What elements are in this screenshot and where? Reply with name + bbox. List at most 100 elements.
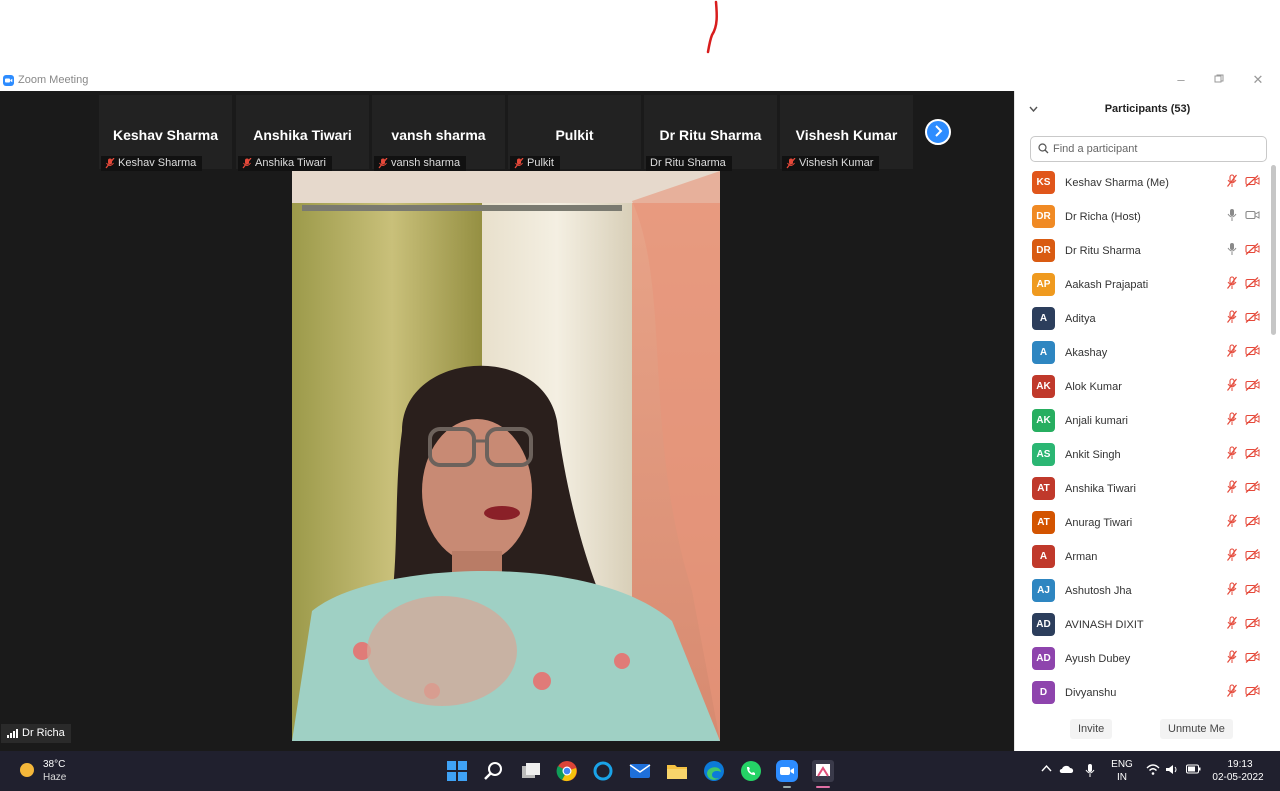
participant-row[interactable]: AK Alok Kumar	[1015, 371, 1271, 405]
participant-row[interactable]: D Divyanshu	[1015, 677, 1271, 711]
participant-row[interactable]: AK Anjali kumari	[1015, 405, 1271, 439]
next-page-button[interactable]	[925, 119, 951, 145]
zoom-icon[interactable]	[776, 760, 798, 782]
participant-list-scrollbar[interactable]	[1271, 165, 1276, 335]
participant-name: Alok Kumar	[1065, 381, 1122, 393]
muted-mic-icon[interactable]	[1226, 412, 1238, 426]
participant-name: Ayush Dubey	[1065, 653, 1131, 665]
participant-row[interactable]: AS Ankit Singh	[1015, 439, 1271, 473]
thumbnail-tile[interactable]: vansh sharma vansh sharma	[372, 95, 505, 171]
participant-row[interactable]: AD AVINASH DIXIT	[1015, 609, 1271, 643]
participant-row[interactable]: A Aditya	[1015, 303, 1271, 337]
muted-mic-icon[interactable]	[1226, 446, 1238, 460]
snipping-tool-running-indicator	[816, 786, 830, 788]
file-explorer-icon[interactable]	[666, 760, 688, 782]
thumbnail-tile[interactable]: Pulkit Pulkit	[508, 95, 641, 171]
video-off-icon[interactable]	[1245, 277, 1260, 289]
clock-date[interactable]: 02-05-2022	[1206, 772, 1270, 783]
task-view-icon[interactable]	[520, 760, 542, 782]
video-off-icon[interactable]	[1245, 379, 1260, 391]
battery-icon[interactable]	[1186, 764, 1201, 774]
video-off-icon[interactable]	[1245, 583, 1260, 595]
microphone-icon[interactable]	[1085, 764, 1095, 777]
participant-row[interactable]: DR Dr Richa (Host)	[1015, 201, 1271, 235]
participant-row[interactable]: A Arman	[1015, 541, 1271, 575]
participant-name: Divyanshu	[1065, 687, 1117, 699]
thumbnail-name: Keshav Sharma	[112, 127, 219, 143]
video-off-icon[interactable]	[1245, 617, 1260, 629]
volume-icon[interactable]	[1165, 764, 1178, 775]
video-off-icon[interactable]	[1245, 311, 1260, 323]
onedrive-cloud-icon[interactable]	[1059, 764, 1075, 774]
search-icon	[1038, 143, 1049, 154]
invite-button[interactable]: Invite	[1070, 719, 1113, 739]
muted-mic-icon[interactable]	[1226, 684, 1238, 698]
thumbnail-tile[interactable]: Vishesh Kumar Vishesh Kumar	[780, 95, 913, 171]
mail-icon[interactable]	[629, 760, 651, 782]
video-off-icon[interactable]	[1245, 413, 1260, 425]
video-off-icon[interactable]	[1245, 243, 1260, 255]
video-off-icon[interactable]	[1245, 515, 1260, 527]
minimize-button[interactable]: –	[1171, 72, 1191, 88]
edge-icon[interactable]	[703, 760, 725, 782]
video-off-icon[interactable]	[1245, 447, 1260, 459]
mic-icon[interactable]	[1226, 242, 1238, 256]
weather-description[interactable]: Haze	[43, 772, 66, 783]
chrome-icon[interactable]	[556, 760, 578, 782]
participant-search-input[interactable]	[1053, 139, 1258, 159]
thumbnail-tag-label: Anshika Tiwari	[255, 157, 326, 169]
region-indicator[interactable]: IN	[1108, 772, 1136, 783]
video-off-icon[interactable]	[1245, 481, 1260, 493]
signal-bars-icon	[7, 729, 18, 738]
participant-row[interactable]: AT Anshika Tiwari	[1015, 473, 1271, 507]
participant-row[interactable]: AJ Ashutosh Jha	[1015, 575, 1271, 609]
video-off-icon[interactable]	[1245, 549, 1260, 561]
weather-temperature[interactable]: 38°C	[43, 759, 65, 770]
muted-mic-icon[interactable]	[1226, 480, 1238, 494]
thumbnail-tile[interactable]: Keshav Sharma Keshav Sharma	[99, 95, 232, 171]
muted-mic-icon[interactable]	[1226, 310, 1238, 324]
video-off-icon[interactable]	[1245, 651, 1260, 663]
muted-mic-icon[interactable]	[1226, 344, 1238, 358]
unmute-me-button[interactable]: Unmute Me	[1160, 719, 1233, 739]
thumbnail-tile[interactable]: Dr Ritu Sharma Dr Ritu Sharma	[644, 95, 777, 171]
mic-icon[interactable]	[1226, 208, 1238, 222]
zoom-app-icon	[3, 75, 14, 86]
muted-mic-icon	[105, 158, 115, 169]
video-off-icon[interactable]	[1245, 685, 1260, 697]
windows-start-icon[interactable]	[446, 760, 468, 782]
muted-mic-icon[interactable]	[1226, 548, 1238, 562]
snipping-tool-icon[interactable]	[812, 760, 834, 782]
maximize-button[interactable]	[1209, 72, 1229, 88]
thumbnail-tile[interactable]: Anshika Tiwari Anshika Tiwari	[236, 95, 369, 171]
screen: Zoom Meeting – ✕ Keshav Sharma Keshav Sh…	[0, 0, 1280, 791]
muted-mic-icon[interactable]	[1226, 514, 1238, 528]
language-indicator[interactable]: ENG	[1108, 759, 1136, 770]
video-off-icon[interactable]	[1245, 175, 1260, 187]
clock-time[interactable]: 19:13	[1210, 759, 1270, 770]
search-icon[interactable]	[483, 760, 505, 782]
muted-mic-icon[interactable]	[1226, 616, 1238, 630]
video-on-icon[interactable]	[1245, 209, 1260, 221]
chevron-up-icon[interactable]	[1041, 764, 1052, 772]
weather-haze-icon[interactable]	[20, 763, 34, 777]
muted-mic-icon[interactable]	[1226, 650, 1238, 664]
wifi-icon[interactable]	[1146, 764, 1160, 775]
muted-mic-icon[interactable]	[1226, 276, 1238, 290]
participant-row[interactable]: KS Keshav Sharma (Me)	[1015, 167, 1271, 201]
muted-mic-icon[interactable]	[1226, 174, 1238, 188]
participant-row[interactable]: DR Dr Ritu Sharma	[1015, 235, 1271, 269]
cortana-icon[interactable]	[592, 760, 614, 782]
video-off-icon[interactable]	[1245, 345, 1260, 357]
restore-icon	[1214, 74, 1224, 83]
muted-mic-icon[interactable]	[1226, 378, 1238, 392]
participant-row[interactable]: AP Aakash Prajapati	[1015, 269, 1271, 303]
participant-name: Dr Ritu Sharma	[1065, 245, 1141, 257]
muted-mic-icon[interactable]	[1226, 582, 1238, 596]
participant-row[interactable]: A Akashay	[1015, 337, 1271, 371]
close-window-button[interactable]: ✕	[1248, 72, 1268, 88]
participant-name: Aditya	[1065, 313, 1096, 325]
participant-row[interactable]: AD Ayush Dubey	[1015, 643, 1271, 677]
participant-row[interactable]: AT Anurag Tiwari	[1015, 507, 1271, 541]
whatsapp-icon[interactable]	[740, 760, 762, 782]
